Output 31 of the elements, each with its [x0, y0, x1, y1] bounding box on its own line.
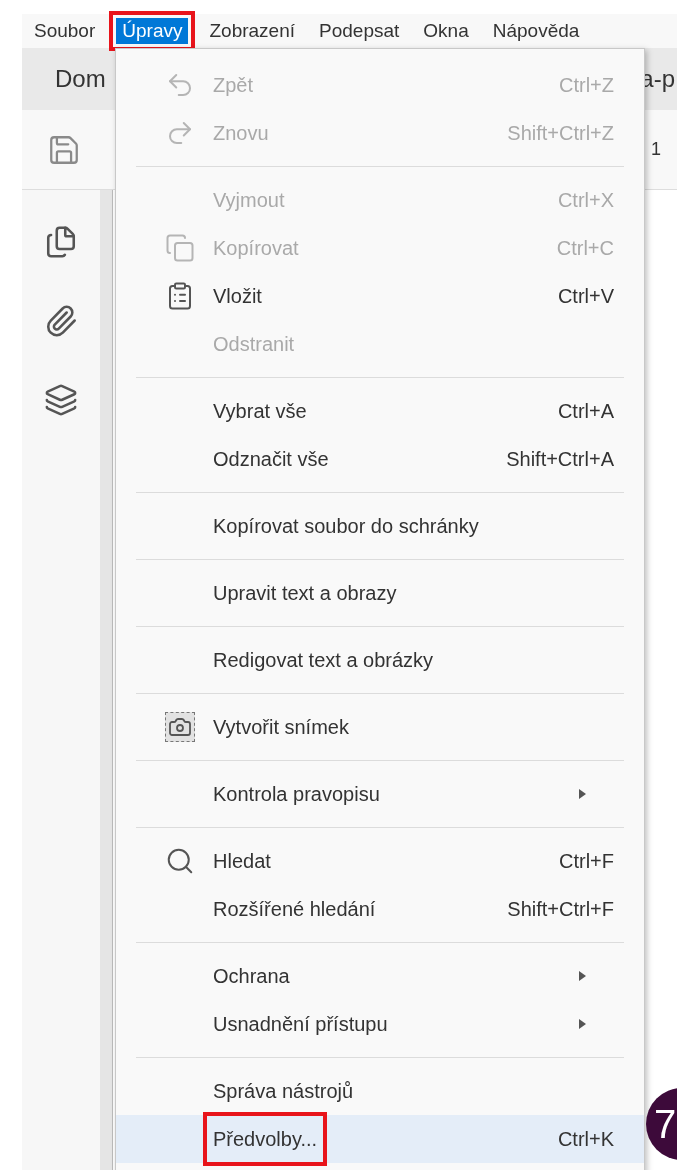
- menu-bar-item[interactable]: Úpravy: [109, 11, 196, 51]
- copy-icon: [164, 233, 195, 263]
- menu-item[interactable]: Redigovat text a obrázky: [116, 636, 644, 684]
- camera-icon: [164, 712, 195, 742]
- menu-item[interactable]: Rozšířené hledání Shift+Ctrl+F: [116, 885, 644, 933]
- layers-icon[interactable]: [44, 383, 78, 417]
- menu-item[interactable]: Usnadnění přístupu: [116, 1000, 644, 1048]
- menu-bar-item[interactable]: Zobrazení: [203, 14, 301, 48]
- menu-item[interactable]: Kopírovat soubor do schránky: [116, 502, 644, 550]
- paperclip-icon[interactable]: [44, 304, 78, 338]
- menu-item[interactable]: Vybrat vše Ctrl+A: [116, 387, 644, 435]
- menu-item[interactable]: Vytvořit snímek: [116, 703, 644, 751]
- scrollbar[interactable]: [100, 190, 113, 1170]
- menu-item[interactable]: Správa nástrojů: [116, 1067, 644, 1115]
- menu-bar-item[interactable]: Soubor: [28, 14, 102, 48]
- menu-item[interactable]: Ochrana: [116, 952, 644, 1000]
- menu-item[interactable]: Vložit Ctrl+V: [116, 272, 644, 320]
- pages-icon[interactable]: [44, 225, 78, 259]
- menu-bar-item[interactable]: Nápověda: [486, 14, 586, 48]
- menu-item[interactable]: Hledat Ctrl+F: [116, 837, 644, 885]
- submenu-arrow-icon: [579, 789, 586, 799]
- menu-bar-item[interactable]: Podepsat: [313, 14, 406, 48]
- menu-item[interactable]: Předvolby... Ctrl+K: [116, 1115, 644, 1163]
- submenu-arrow-icon: [579, 1019, 586, 1029]
- menu-item[interactable]: Odznačit vše Shift+Ctrl+A: [116, 435, 644, 483]
- page-number: 1: [651, 138, 661, 161]
- menu-bar-item[interactable]: Okna: [417, 14, 475, 48]
- menu-item[interactable]: Kontrola pravopisu: [116, 770, 644, 818]
- submenu-arrow-icon: [579, 971, 586, 981]
- tab-label[interactable]: Dom: [55, 61, 106, 97]
- menu-item[interactable]: Upravit text a obrazy: [116, 569, 644, 617]
